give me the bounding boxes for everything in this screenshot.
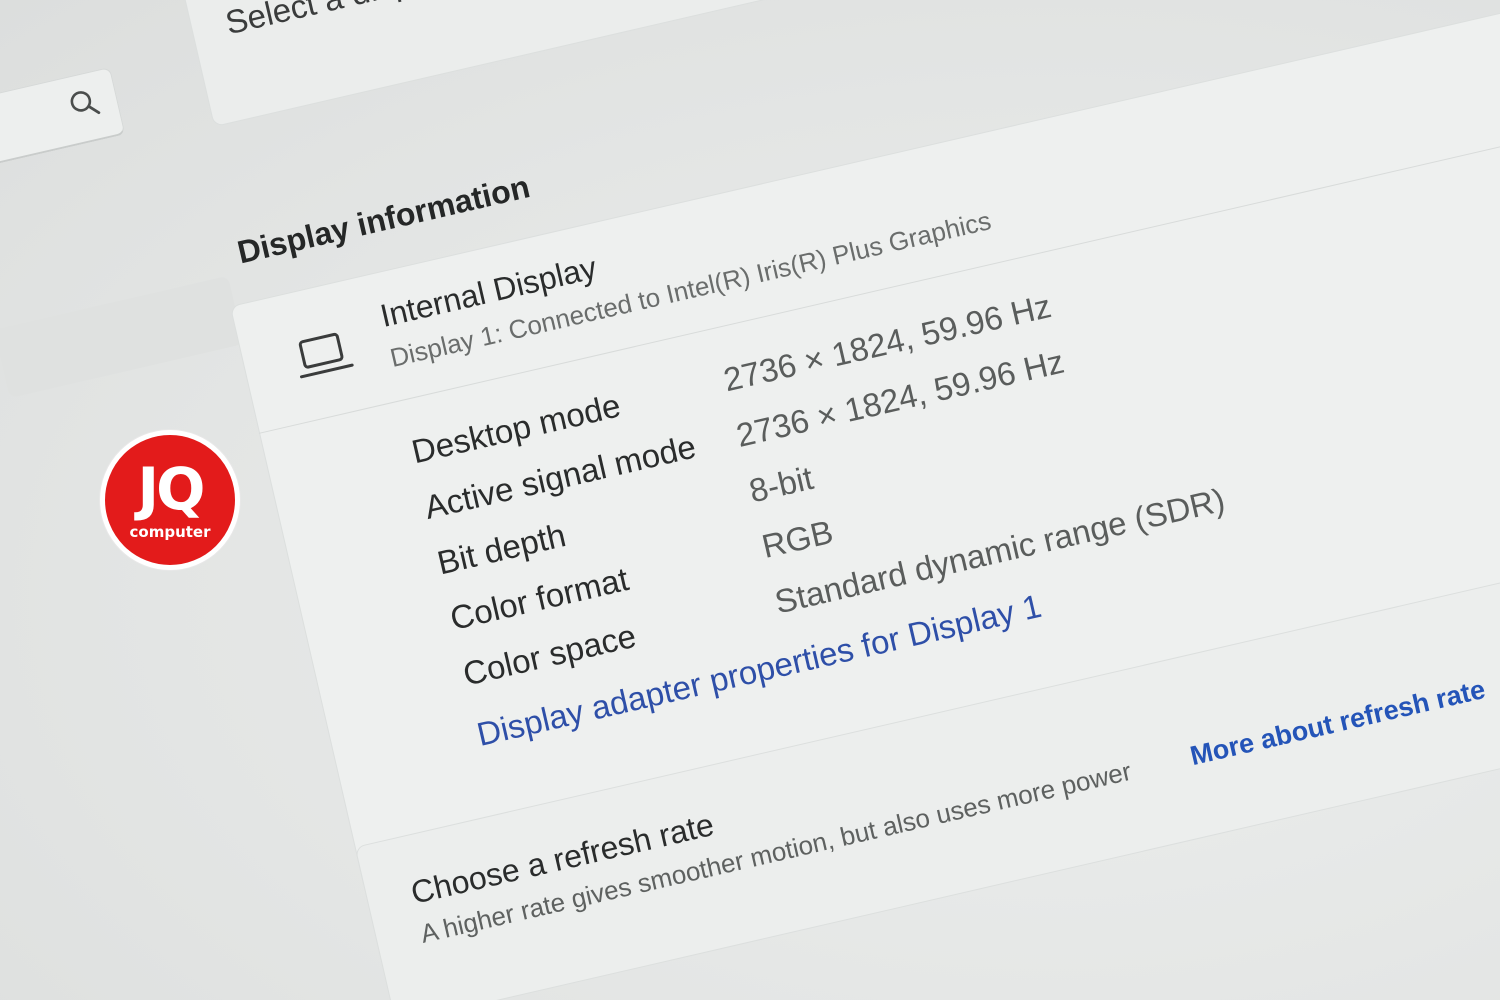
nav-item-selected[interactable] xyxy=(0,275,244,399)
search-input[interactable] xyxy=(0,66,126,169)
logo-subtext: computer xyxy=(129,523,211,541)
logo-text: JQ xyxy=(137,455,206,523)
settings-screen: Select a display to Display information … xyxy=(0,0,1500,1000)
jq-computer-logo: JQ computer xyxy=(100,430,240,570)
